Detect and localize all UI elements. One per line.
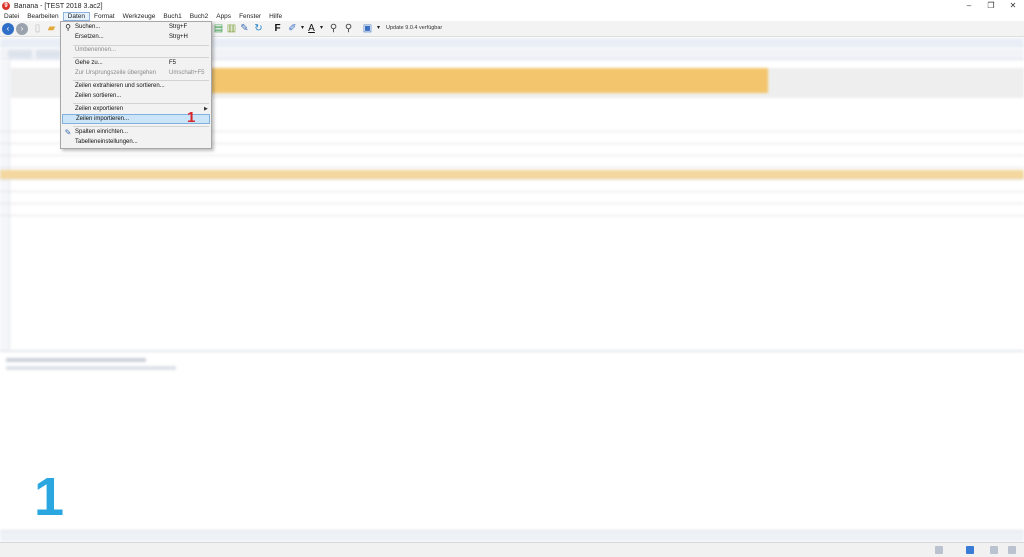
- menu-bar: Datei Bearbeiten Daten Format Werkzeuge …: [0, 12, 1024, 21]
- table-row[interactable]: [0, 158, 1024, 168]
- info-pane: [0, 350, 1024, 530]
- status-icon[interactable]: [1008, 546, 1016, 554]
- window-controls: – ❐ ✕: [958, 0, 1024, 12]
- menu-item-ersetzen[interactable]: Ersetzen... Strg+H: [62, 33, 210, 43]
- bold-icon[interactable]: F: [272, 23, 283, 34]
- menu-item-tabelleneinstellungen[interactable]: Tabelleneinstellungen...: [62, 138, 210, 148]
- menu-apps[interactable]: Apps: [212, 12, 235, 21]
- menu-item-suchen[interactable]: ⚲ Suchen... Strg+F: [62, 23, 210, 33]
- close-button[interactable]: ✕: [1002, 0, 1024, 12]
- open-folder-icon[interactable]: ▰: [46, 23, 57, 34]
- chevron-down-icon[interactable]: ▾: [373, 23, 384, 34]
- status-bar: [0, 542, 1024, 557]
- menu-item-umbenennen[interactable]: Umbenennen...: [62, 46, 210, 56]
- banana-app-icon: 9: [2, 2, 10, 10]
- recheck-icon[interactable]: ↻: [253, 23, 264, 34]
- table-row[interactable]: [0, 182, 1024, 192]
- status-icon[interactable]: [966, 546, 974, 554]
- menu-item-label: Tabelleneinstellungen...: [75, 139, 138, 145]
- menu-item-spalten-einrichten[interactable]: ✎ Spalten einrichten...: [62, 128, 210, 138]
- delete-row-icon[interactable]: ▥: [226, 23, 237, 34]
- menu-format[interactable]: Format: [90, 12, 119, 21]
- menu-item-label: Suchen...: [75, 24, 101, 30]
- bottom-tabs: [0, 530, 1024, 542]
- window-title: Banana - [TEST 2018 3.ac2]: [14, 2, 103, 10]
- submenu-arrow-icon: ▶: [204, 106, 208, 112]
- info-line: [6, 366, 176, 370]
- pencil-ruler-icon: ✎: [64, 128, 72, 137]
- menu-item-label: Zeilen exportieren: [75, 106, 124, 112]
- menu-item-gehe-zu[interactable]: Gehe zu... F5: [62, 59, 210, 69]
- daten-dropdown-menu: ⚲ Suchen... Strg+F Ersetzen... Strg+H Um…: [60, 21, 212, 149]
- table-row[interactable]: [0, 194, 1024, 204]
- menu-datei[interactable]: Datei: [0, 12, 23, 21]
- insert-row-icon[interactable]: ▤: [213, 23, 224, 34]
- binoculars-icon: ⚲: [65, 23, 71, 32]
- update-notice[interactable]: Update 9.0.4 verfügbar: [386, 25, 442, 31]
- menu-separator: [73, 57, 209, 58]
- menu-separator: [73, 103, 209, 104]
- menu-separator: [73, 80, 209, 81]
- menu-item-label: Zeilen extrahieren und sortieren...: [75, 83, 165, 89]
- table-row[interactable]: [0, 206, 1024, 216]
- title-bar: 9 Banana - [TEST 2018 3.ac2] – ❐ ✕: [0, 0, 1024, 12]
- back-icon[interactable]: ‹: [2, 23, 14, 35]
- menu-item-shortcut: Strg+H: [169, 34, 188, 40]
- menu-item-zeilen-sortieren[interactable]: Zeilen sortieren...: [62, 92, 210, 102]
- menu-item-label: Zeilen importieren...: [76, 116, 130, 122]
- menu-item-zur-ursprungszeile[interactable]: Zur Ursprungszeile übergehen Umschalt+F5: [62, 69, 210, 79]
- menu-hilfe[interactable]: Hilfe: [265, 12, 286, 21]
- menu-daten[interactable]: Daten: [62, 12, 90, 21]
- subtab[interactable]: [36, 50, 60, 58]
- menu-bearbeiten[interactable]: Bearbeiten: [23, 12, 62, 21]
- binoculars-icon[interactable]: ⚲: [343, 23, 354, 34]
- menu-fenster[interactable]: Fenster: [235, 12, 265, 21]
- window-layout-icon[interactable]: ▣: [362, 23, 373, 34]
- menu-item-label: Ersetzen...: [75, 34, 104, 40]
- menu-item-shortcut: Umschalt+F5: [169, 70, 205, 76]
- menu-werkzeuge[interactable]: Werkzeuge: [119, 12, 160, 21]
- status-icon[interactable]: [990, 546, 998, 554]
- menu-item-label: Spalten einrichten...: [75, 129, 129, 135]
- menu-separator: [73, 126, 209, 127]
- menu-item-shortcut: Strg+F: [169, 24, 188, 30]
- maximize-button[interactable]: ❐: [980, 0, 1002, 12]
- menu-buch2[interactable]: Buch2: [186, 12, 212, 21]
- status-icon[interactable]: [935, 546, 943, 554]
- menu-item-label: Zur Ursprungszeile übergehen: [75, 70, 157, 76]
- edit-pencil-icon[interactable]: ✎: [239, 23, 250, 34]
- menu-buch1[interactable]: Buch1: [159, 12, 185, 21]
- menu-item-label: Zeilen sortieren...: [75, 93, 122, 99]
- step-marker-large: 1: [34, 467, 65, 527]
- subtab[interactable]: [8, 50, 32, 58]
- table-row-selected[interactable]: [0, 170, 1024, 180]
- step-marker-small: 1: [187, 109, 196, 126]
- header-highlight: [118, 68, 768, 93]
- menu-item-shortcut: F5: [169, 60, 177, 66]
- new-file-icon[interactable]: ▯: [32, 23, 43, 34]
- menu-item-label: Umbenennen...: [75, 47, 117, 53]
- chevron-down-icon[interactable]: ▾: [316, 23, 327, 34]
- info-line: [6, 358, 146, 362]
- menu-item-label: Gehe zu...: [75, 60, 103, 66]
- forward-icon[interactable]: ›: [16, 23, 28, 35]
- menu-item-zeilen-extrahieren[interactable]: Zeilen extrahieren und sortieren...: [62, 82, 210, 92]
- minimize-button[interactable]: –: [958, 0, 980, 12]
- binoculars-icon[interactable]: ⚲: [328, 23, 339, 34]
